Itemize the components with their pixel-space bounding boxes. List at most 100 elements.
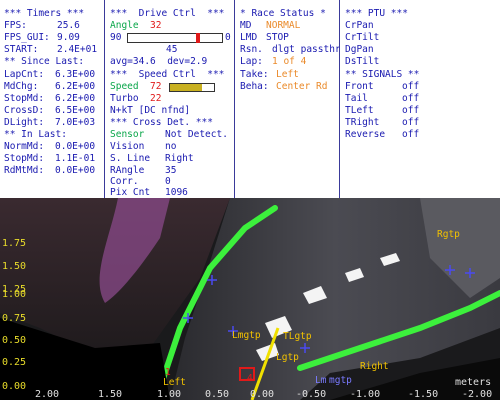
angle-label: Angle [110, 20, 139, 31]
signals-title: ** SIGNALS ** [345, 69, 420, 80]
x-axis-tick: -2.00 [462, 389, 493, 400]
in-last-title: ** In Last: [4, 129, 67, 140]
md-value: NORMAL [266, 20, 301, 31]
beha-value: Center Rd [276, 81, 328, 92]
lmd-label: LMD [240, 32, 258, 43]
x-axis-tick: 1.50 [98, 389, 123, 400]
mgtp-label: mgtp [329, 375, 352, 386]
signal-value: off [402, 129, 420, 140]
x-axis-tick: 2.00 [35, 389, 60, 400]
timers-title: *** Timers *** [4, 8, 85, 19]
signal-label: TLeft [345, 105, 374, 116]
drive-panel: *** Drive Ctrl *** Angle 32 90 0 45 avg=… [105, 0, 234, 198]
in-last-value: 0.0E+00 [55, 165, 96, 176]
ptu-panel: *** PTU *** CrPan CrTilt DgPan DsTilt **… [340, 0, 500, 198]
speed-bar [169, 83, 215, 92]
lm-label: Lm [315, 375, 327, 386]
ptu-item: DgPan [345, 44, 374, 55]
signal-label: Tail [345, 93, 368, 104]
tlgtp-label: TLgtp [283, 331, 312, 342]
ptu-item: CrTilt [345, 32, 380, 43]
race-panel: * Race Status * MD NORMAL LMD STOP Rsn. … [235, 0, 358, 198]
x-axis-tick: 1.00 [157, 389, 182, 400]
since-label: DLight: [4, 117, 45, 128]
y-axis-tick: 0.50 [2, 335, 27, 346]
signal-label: Reverse [345, 129, 386, 140]
left-label: Left [163, 377, 186, 388]
speed-title: *** Speed Ctrl *** [110, 69, 225, 80]
angle-max: 0 [225, 32, 231, 43]
ptu-title: *** PTU *** [345, 8, 408, 19]
y-axis-tick: 1.00 [2, 289, 27, 300]
rgtp-label: Rgtp [437, 229, 460, 240]
y-axis-tick: 0.25 [2, 357, 27, 368]
signal-value: off [402, 105, 420, 116]
race-title: * Race Status * [240, 8, 326, 19]
cross-label: Vision [110, 141, 145, 152]
lgtp-label: Lgtp [276, 352, 299, 363]
ptu-item: DsTilt [345, 56, 380, 67]
units-label: meters [455, 377, 492, 388]
camera-scene [0, 198, 500, 400]
nkt-status: N+kT [DC nfnd] [110, 105, 191, 116]
four-label: 4 [247, 373, 253, 384]
angle-value: 32 [150, 20, 162, 31]
cross-value: 35 [165, 165, 177, 176]
in-last-value: 1.1E-01 [55, 153, 96, 164]
since-label: MdChg: [4, 81, 39, 92]
x-axis-tick: -1.50 [408, 389, 439, 400]
speed-value: 72 [150, 81, 162, 92]
drive-title: *** Drive Ctrl *** [110, 8, 225, 19]
fps-label: FPS: [4, 20, 27, 31]
lap-value: 1 of 4 [272, 56, 307, 67]
angle-marker [196, 33, 200, 43]
rsn-label: Rsn. [240, 44, 263, 55]
cross-value: Not Detect. [165, 129, 228, 140]
cross-value: 1096 [165, 187, 188, 198]
signal-value: off [402, 81, 420, 92]
x-axis-tick: -0.50 [296, 389, 327, 400]
ptu-item: CrPan [345, 20, 374, 31]
camera-view: 1.75 1.50 1.25 1.00 0.75 0.50 0.25 0.00 … [0, 198, 500, 400]
x-axis-tick: -1.00 [350, 389, 381, 400]
since-label: StopMd: [4, 93, 45, 104]
cross-value: Right [165, 153, 194, 164]
lap-label: Lap: [240, 56, 263, 67]
cross-value: 0 [165, 176, 171, 187]
fps-gui-label: FPS_GUI: [4, 32, 50, 43]
since-value: 6.2E+00 [55, 81, 96, 92]
y-axis-tick: 0.75 [2, 313, 27, 324]
turbo-label: Turbo [110, 93, 139, 104]
x-axis-tick: 0.50 [205, 389, 230, 400]
in-last-label: NormMd: [4, 141, 45, 152]
timers-panel: *** Timers *** FPS: 25.6 FPS_GUI: 9.09 S… [0, 0, 104, 198]
since-label: LapCnt: [4, 69, 45, 80]
speed-fill [170, 84, 202, 91]
fps-gui-value: 9.09 [57, 32, 80, 43]
start-value: 2.4E+01 [57, 44, 98, 55]
take-label: Take: [240, 69, 269, 80]
cross-label: S. Line [110, 153, 151, 164]
speed-label: Speed [110, 81, 139, 92]
right-label: Right [360, 361, 389, 372]
since-value: 6.2E+00 [55, 93, 96, 104]
in-last-value: 0.0E+00 [55, 141, 96, 152]
lmgtp-label: Lmgtp [232, 330, 261, 341]
signal-label: Front [345, 81, 374, 92]
cross-value: no [165, 141, 177, 152]
since-last-title: ** Since Last: [4, 56, 85, 67]
fps-value: 25.6 [57, 20, 80, 31]
cross-label: Pix Cnt [110, 187, 151, 198]
cross-title: *** Cross Det. *** [110, 117, 213, 128]
turbo-value: 22 [150, 93, 162, 104]
since-value: 6.3E+00 [55, 69, 96, 80]
one-label: 1 [165, 367, 171, 378]
angle-min: 90 [110, 32, 122, 43]
cross-label: Corr. [110, 176, 139, 187]
take-value: Left [276, 69, 299, 80]
x-axis-tick: 0.00 [250, 389, 275, 400]
since-value: 7.0E+03 [55, 117, 96, 128]
signal-value: off [402, 93, 420, 104]
md-label: MD [240, 20, 252, 31]
angle-bar [127, 33, 223, 43]
